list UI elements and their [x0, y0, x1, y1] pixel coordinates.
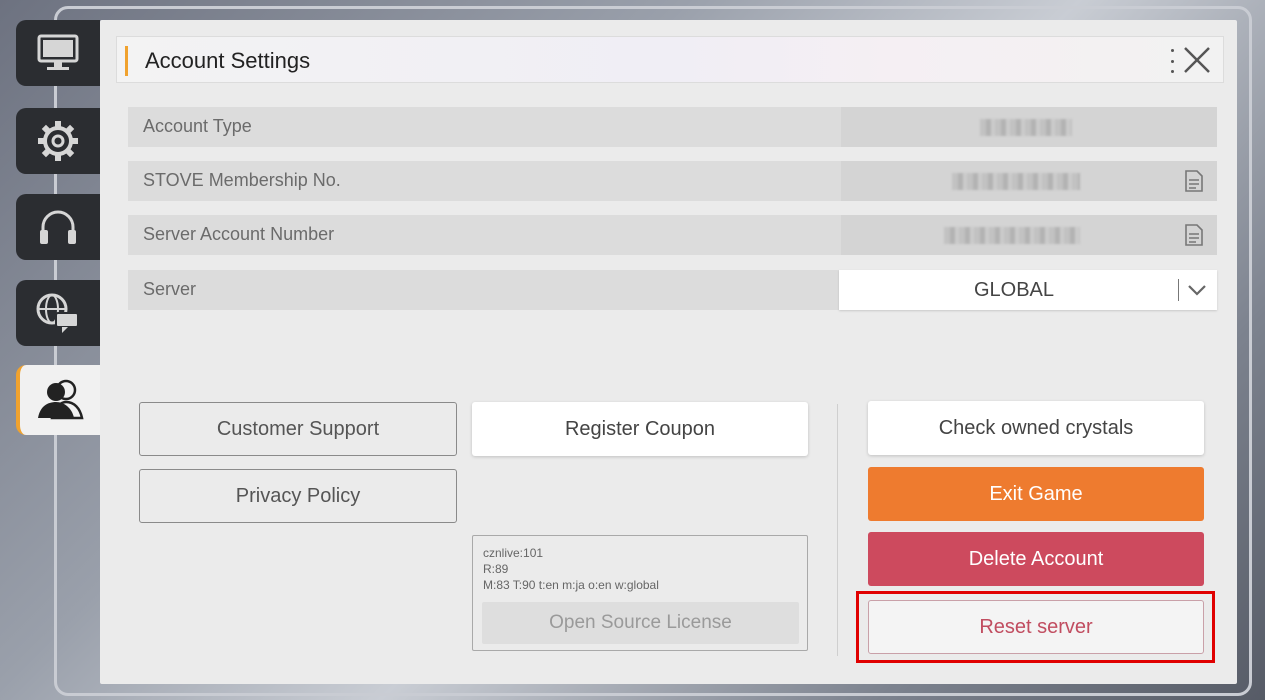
copy-icon[interactable]: [1185, 170, 1203, 192]
redacted-value: [944, 227, 1080, 244]
sidebar-item-language[interactable]: [16, 280, 100, 346]
delete-account-button[interactable]: Delete Account: [868, 532, 1204, 586]
account-type-row: Account Type: [128, 107, 1217, 147]
server-account-label: Server Account Number: [143, 224, 335, 244]
chevron-down-icon[interactable]: [1187, 282, 1207, 298]
stove-membership-value: [841, 161, 1217, 201]
open-source-license-button[interactable]: Open Source License: [482, 602, 799, 644]
redacted-value: [980, 119, 1072, 136]
server-label: Server: [143, 279, 197, 299]
stove-membership-label: STOVE Membership No.: [143, 170, 341, 190]
server-select-value: GLOBAL: [973, 279, 1055, 301]
customer-support-button[interactable]: Customer Support: [139, 402, 457, 456]
user-icon: [38, 379, 84, 420]
server-row: Server GLOBAL: [128, 270, 1217, 310]
monitor-icon: [37, 34, 79, 70]
gear-icon: [38, 121, 78, 161]
version-info-box: cznlive:101 R:89 M:83 T:90 t:en m:ja o:e…: [472, 535, 808, 651]
sidebar-item-settings[interactable]: [16, 108, 100, 174]
headphones-icon: [40, 210, 76, 244]
account-settings-panel: Account Settings Account Type STOVE Memb…: [100, 20, 1237, 684]
server-account-row: Server Account Number: [128, 215, 1217, 255]
check-crystals-button[interactable]: Check owned crystals: [868, 401, 1204, 455]
vertical-divider: [837, 404, 838, 656]
globe-chat-icon: [36, 293, 79, 333]
header-accent-bar: [125, 46, 128, 76]
sidebar-item-audio[interactable]: [16, 194, 100, 260]
version-line-2: R:89: [483, 562, 509, 576]
version-line-1: cznlive:101: [483, 546, 544, 560]
version-line-3: M:83 T:90 t:en m:ja o:en w:global: [483, 578, 659, 592]
server-account-value: [841, 215, 1217, 255]
redacted-value: [952, 173, 1080, 190]
sidebar-item-account[interactable]: [16, 365, 100, 435]
exit-game-button[interactable]: Exit Game: [868, 467, 1204, 521]
register-coupon-button[interactable]: Register Coupon: [472, 402, 808, 456]
panel-header: Account Settings: [116, 36, 1224, 83]
server-select[interactable]: GLOBAL: [839, 270, 1217, 310]
select-divider: [1178, 279, 1179, 301]
copy-icon[interactable]: [1185, 224, 1203, 246]
account-type-label: Account Type: [143, 116, 252, 136]
sidebar-item-display[interactable]: [16, 20, 100, 86]
more-options-icon[interactable]: [1169, 49, 1175, 73]
account-type-value: [841, 107, 1217, 147]
reset-server-highlight: [856, 591, 1215, 663]
page-title: Account Settings: [145, 48, 311, 73]
close-icon[interactable]: [1181, 44, 1213, 76]
stove-membership-row: STOVE Membership No.: [128, 161, 1217, 201]
privacy-policy-button[interactable]: Privacy Policy: [139, 469, 457, 523]
